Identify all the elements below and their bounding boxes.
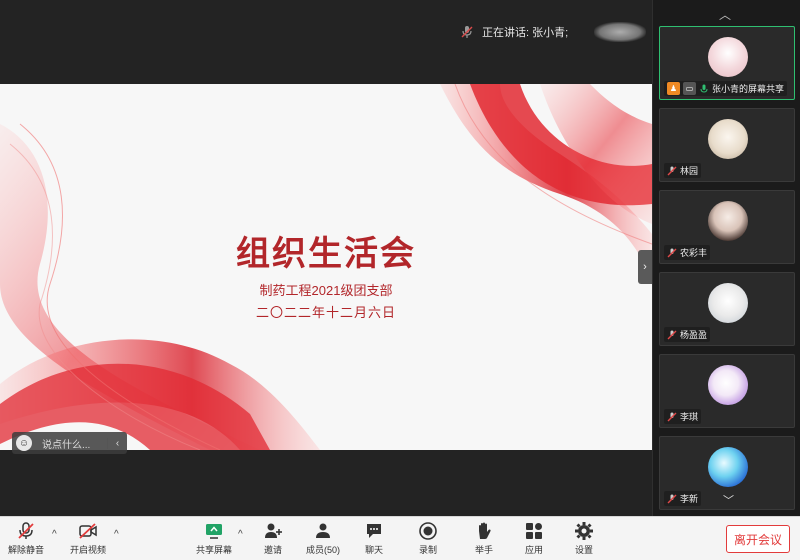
start-video-button[interactable]: 开启视频 xyxy=(70,521,106,556)
mic-on-icon xyxy=(700,84,708,93)
members-icon xyxy=(316,523,330,538)
chat-icon xyxy=(367,524,381,538)
record-label: 录制 xyxy=(418,545,437,555)
participant-tile[interactable]: 杨盈盈 xyxy=(659,272,795,346)
participant-tile[interactable]: ♟ ▭ 张小青的屏幕共享 xyxy=(659,26,795,100)
chevron-up-icon[interactable]: ^ xyxy=(238,529,243,540)
share-screen-button[interactable]: 共享屏幕 xyxy=(196,521,232,556)
participant-name: 杨盈盈 xyxy=(680,330,708,340)
panel-collapse-button[interactable]: › xyxy=(638,250,652,284)
participant-name: 李琪 xyxy=(680,412,699,422)
participant-tile[interactable]: 李琪 xyxy=(659,354,795,428)
settings-button[interactable]: 设置 xyxy=(574,521,594,556)
mic-icon xyxy=(461,26,473,38)
mic-muted-icon xyxy=(18,522,34,539)
gear-icon xyxy=(575,522,593,540)
speaking-label: 正在讲话: 张小青; xyxy=(482,27,569,39)
participant-label: 李琪 xyxy=(664,409,702,424)
participant-tile[interactable]: 林园 xyxy=(659,108,795,182)
record-icon xyxy=(419,522,437,540)
main-stage: 正在讲话: 张小青; 组织生活会 制药工程2021级团支部 二〇二二年十二月六日… xyxy=(0,0,652,516)
record-button[interactable]: 录制 xyxy=(418,521,438,556)
chat-input[interactable]: ☺ 说点什么... ‹ xyxy=(12,432,127,454)
blue-bubble-avatar xyxy=(708,447,748,487)
invite-label: 邀请 xyxy=(263,545,282,555)
share-screen-icon xyxy=(206,524,222,539)
girl-photo-avatar xyxy=(708,201,748,241)
participant-name: 张小青的屏幕共享 xyxy=(712,84,785,94)
participant-name: 农彩丰 xyxy=(680,248,708,258)
meeting-window: 正在讲话: 张小青; 组织生活会 制药工程2021级团支部 二〇二二年十二月六日… xyxy=(0,0,800,560)
chevron-down-icon[interactable]: ﹀ xyxy=(723,492,734,508)
members-label: 成员(50) xyxy=(306,545,341,555)
chevron-left-icon[interactable]: ‹ xyxy=(107,437,127,449)
slide-date: 二〇二二年十二月六日 xyxy=(255,305,396,320)
unmute-button[interactable]: 解除静音 xyxy=(8,521,44,556)
raise-hand-label: 举手 xyxy=(474,545,493,555)
leave-meeting-button[interactable]: 离开会议 xyxy=(726,525,790,553)
mic-muted-icon xyxy=(667,494,677,503)
doll-avatar xyxy=(708,283,748,323)
chat-label: 聊天 xyxy=(364,545,383,555)
hand-icon xyxy=(479,522,491,539)
invite-button[interactable]: 邀请 xyxy=(263,521,283,556)
pink-avatar xyxy=(708,37,748,77)
screen-share-icon: ▭ xyxy=(683,82,696,95)
cartoon-avatar xyxy=(708,365,748,405)
start-video-label: 开启视频 xyxy=(70,545,107,555)
camera-off-icon xyxy=(79,523,97,539)
members-button[interactable]: 成员(50) xyxy=(306,521,340,556)
raise-hand-button[interactable]: 举手 xyxy=(474,521,494,556)
slide-title: 组织生活会 xyxy=(236,234,416,274)
apps-icon xyxy=(526,523,542,539)
slide-subtitle: 制药工程2021级团支部 xyxy=(259,283,393,298)
speaking-indicator: 正在讲话: 张小青; xyxy=(460,22,568,42)
participant-panel: ︿ ♟ ▭ 张小青的屏幕共享 林园 农彩丰 杨盈盈 李琪 李新 ﹀ xyxy=(652,0,800,516)
participant-name: 李新 xyxy=(680,494,699,504)
apps-label: 应用 xyxy=(524,545,543,555)
mic-muted-icon xyxy=(667,248,677,257)
mic-muted-icon xyxy=(667,166,677,175)
participant-label: 林园 xyxy=(664,163,702,178)
chevron-up-icon[interactable]: ^ xyxy=(52,529,57,540)
plush-toy-avatar xyxy=(708,119,748,159)
meeting-toolbar: 解除静音 ^ 开启视频 ^ 共享屏幕 ^ 邀请 成员(50) 聊天 录制 举手 … xyxy=(0,516,800,560)
add-user-icon xyxy=(265,523,282,538)
host-badge-icon: ♟ xyxy=(667,82,680,95)
speaker-thumbnail xyxy=(594,22,646,42)
chat-placeholder: 说点什么... xyxy=(42,439,91,451)
shared-slide: 组织生活会 制药工程2021级团支部 二〇二二年十二月六日 xyxy=(0,84,652,450)
participant-name: 林园 xyxy=(680,166,699,176)
participant-label: ♟ ▭ 张小青的屏幕共享 xyxy=(664,81,788,96)
settings-label: 设置 xyxy=(574,545,593,555)
participant-label: 杨盈盈 xyxy=(664,327,711,342)
share-screen-label: 共享屏幕 xyxy=(196,545,233,555)
apps-button[interactable]: 应用 xyxy=(524,521,544,556)
emoji-icon[interactable]: ☺ xyxy=(16,435,32,451)
participant-tile[interactable]: 农彩丰 xyxy=(659,190,795,264)
chevron-up-icon[interactable]: ^ xyxy=(114,529,119,540)
participant-label: 农彩丰 xyxy=(664,245,711,260)
mic-muted-icon xyxy=(667,330,677,339)
mic-muted-icon xyxy=(667,412,677,421)
participant-label: 李新 xyxy=(664,491,702,506)
chevron-up-icon[interactable]: ︿ xyxy=(719,6,731,23)
unmute-label: 解除静音 xyxy=(8,545,45,555)
chat-button[interactable]: 聊天 xyxy=(364,521,384,556)
